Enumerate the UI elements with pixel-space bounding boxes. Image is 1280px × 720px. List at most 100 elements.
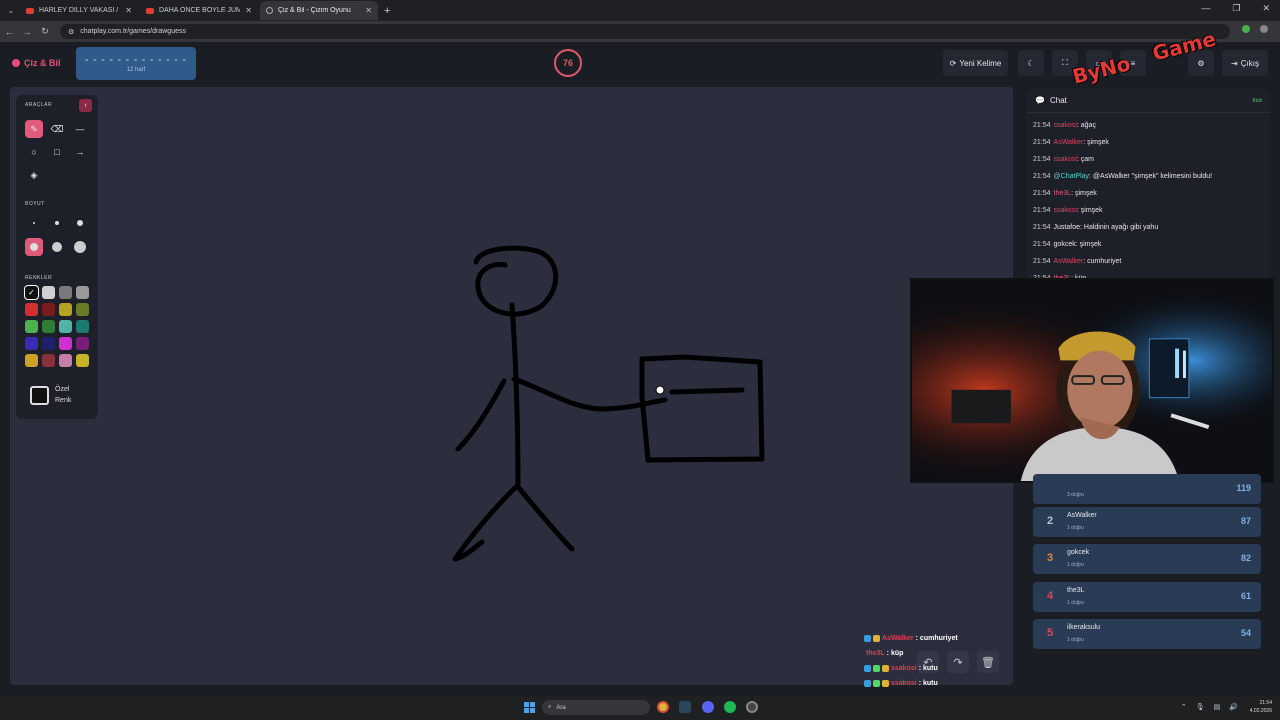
chrome-icon[interactable] — [657, 701, 669, 713]
obs-icon[interactable] — [746, 701, 758, 713]
size-xxl-button[interactable] — [71, 238, 89, 256]
browser-tab-1[interactable]: HARLEY DILLY VAKASI / DEDEK ✕ — [20, 1, 138, 20]
new-word-button[interactable]: ⟳ Yeni Kelime — [943, 50, 1008, 76]
color-swatch[interactable] — [42, 354, 55, 367]
browser-tab-3[interactable]: Çiz & Bil - Çizim Oyunu ✕ — [260, 1, 378, 20]
chat-time: 21:54 — [1033, 207, 1051, 214]
color-swatch[interactable] — [76, 337, 89, 350]
chat-user[interactable]: AsWalker — [1054, 258, 1084, 265]
mic-icon[interactable]: 🎙 — [1196, 703, 1205, 711]
maximize-icon[interactable]: ❐ — [1232, 3, 1240, 14]
chat-user[interactable]: ssakosi — [1054, 156, 1077, 163]
size-m-button[interactable] — [71, 214, 89, 232]
color-swatch[interactable] — [76, 286, 89, 299]
volume-icon[interactable]: 🔊 — [1229, 703, 1238, 711]
color-swatch[interactable]: ✓ — [24, 285, 39, 300]
stroke-head — [473, 245, 559, 317]
size-title: BOYUT — [25, 201, 45, 207]
color-swatch[interactable] — [59, 320, 72, 333]
custom-color-swatch — [30, 385, 49, 405]
overlay-chat-line: ssakosi: kutu — [864, 676, 958, 691]
size-l-button[interactable] — [25, 238, 43, 256]
color-swatch[interactable] — [59, 286, 72, 299]
stroke-arm-left — [455, 378, 507, 452]
tools-title: ARAÇLAR — [25, 102, 53, 108]
chat-user[interactable]: gokcek — [1054, 241, 1076, 248]
arrow-tool-button[interactable]: → — [71, 143, 89, 161]
color-swatch[interactable] — [59, 303, 72, 316]
color-swatch[interactable] — [25, 303, 38, 316]
chat-user[interactable]: @ChatPlay — [1054, 173, 1090, 180]
color-swatch[interactable] — [76, 303, 89, 316]
rectangle-tool-button[interactable]: □ — [48, 143, 66, 161]
close-window-icon[interactable]: ✕ — [1262, 3, 1270, 14]
fill-tool-button[interactable]: ◈ — [25, 166, 43, 184]
close-icon[interactable]: ✕ — [365, 6, 372, 15]
pencil-tool-button[interactable]: ✎ — [25, 120, 43, 138]
url-field[interactable]: ⚙ chatplay.com.tr/games/drawguess — [60, 24, 1230, 39]
extension-icons — [1242, 25, 1268, 33]
minimize-icon[interactable]: — — [1201, 3, 1210, 14]
menu-icon[interactable] — [1260, 25, 1268, 33]
circle-tool-button[interactable]: ○ — [25, 143, 43, 161]
taskbar-search[interactable]: ⌕ Ara — [542, 700, 650, 715]
tab-title: Çiz & Bil - Çizim Oyunu — [278, 7, 351, 14]
forward-icon[interactable]: → — [18, 27, 36, 37]
chat-user[interactable]: AsWalker — [1054, 139, 1084, 146]
color-swatch[interactable] — [59, 354, 72, 367]
color-swatch[interactable] — [42, 286, 55, 299]
word-mask-box: - - - - - - - - - - - - - 12 harf — [76, 47, 196, 80]
clear-canvas-button[interactable]: 🗑 — [977, 651, 999, 673]
leaderboard-row: 3 doğru 119 — [1033, 474, 1261, 504]
new-tab-button[interactable]: + — [384, 5, 390, 17]
overlay-chat-line: AsWalker: cumhuriyet — [864, 631, 958, 646]
size-xl-button[interactable] — [48, 238, 66, 256]
browser-tab-2[interactable]: DAHA ÖNCE BÖYLE JUMPSCARE ✕ — [140, 1, 258, 20]
network-icon[interactable]: ▤ — [1214, 703, 1221, 711]
taskbar-clock[interactable]: 21:54 4.02.2026 — [1250, 699, 1272, 715]
custom-color-button[interactable]: Özel Renk — [30, 384, 71, 406]
close-icon[interactable]: ✕ — [125, 6, 132, 15]
overlay-chat-line: ssakosi: kutu — [864, 661, 958, 676]
rank-number: 4 — [1047, 590, 1054, 602]
color-swatch[interactable] — [76, 354, 89, 367]
collapse-panel-button[interactable]: ‹ — [79, 99, 92, 112]
correct-count: 1 doğru — [1067, 562, 1084, 568]
reload-icon[interactable]: ↻ — [36, 26, 54, 37]
chat-user[interactable]: ssakosi — [1054, 122, 1077, 129]
color-swatch[interactable] — [25, 320, 38, 333]
eraser-tool-button[interactable]: ⌫ — [48, 120, 66, 138]
color-swatch[interactable] — [25, 354, 38, 367]
refresh-icon: ⟳ — [949, 58, 957, 68]
close-icon[interactable]: ✕ — [245, 6, 252, 15]
color-swatch[interactable] — [42, 303, 55, 316]
color-swatch[interactable] — [59, 337, 72, 350]
spotify-icon[interactable] — [724, 701, 736, 713]
tab-search-icon[interactable]: ⌄ — [4, 4, 18, 18]
discord-icon[interactable] — [702, 701, 714, 713]
windows-start-icon[interactable] — [524, 702, 535, 713]
color-swatch[interactable] — [76, 320, 89, 333]
size-xs-button[interactable] — [25, 214, 43, 232]
chat-message: 21:54 gokcek: şimşek — [1033, 236, 1264, 253]
chat-user[interactable]: the3L — [1054, 190, 1072, 197]
color-swatch[interactable] — [42, 320, 55, 333]
color-swatch[interactable] — [25, 337, 38, 350]
chat-messages: 21:54 ssakosi: ağaç 21:54 AsWalker: şimşek 2… — [1027, 113, 1270, 279]
site-info-icon[interactable]: ⚙ — [68, 28, 74, 36]
globe-icon — [266, 7, 273, 14]
colors-title: RENKLER — [25, 275, 53, 281]
steam-icon[interactable] — [679, 701, 691, 713]
chat-title: Chat — [1049, 96, 1067, 105]
chat-user[interactable]: Justafoe — [1054, 224, 1080, 231]
size-s-button[interactable] — [48, 214, 66, 232]
extension-icon[interactable] — [1242, 25, 1250, 33]
chat-user[interactable]: ssakosi — [1054, 207, 1077, 214]
back-icon[interactable]: ← — [0, 27, 18, 37]
custom-color-label-2: Renk — [55, 397, 72, 404]
theme-toggle-button[interactable]: ☾ — [1018, 50, 1044, 76]
line-tool-button[interactable]: — — [71, 120, 89, 138]
app-logo[interactable]: Çiz & Bil — [12, 58, 61, 68]
color-swatch[interactable] — [42, 337, 55, 350]
chevron-up-icon[interactable]: ⌃ — [1181, 703, 1187, 711]
